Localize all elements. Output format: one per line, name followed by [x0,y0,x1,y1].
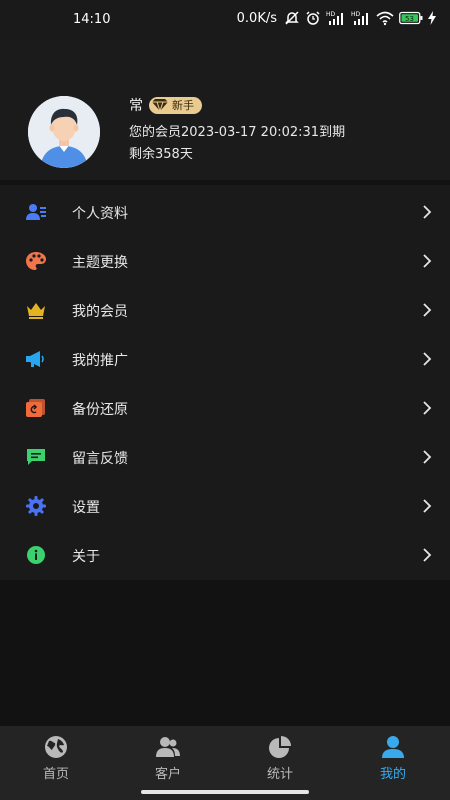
battery-level: 53 [405,15,414,23]
chevron-right-icon [423,499,432,513]
menu-item-about[interactable]: 关于 [0,530,450,579]
battery-icon: 53 [399,11,423,25]
svg-text:HD: HD [326,11,336,18]
message-icon [27,449,45,465]
status-icons: 0.0K/s HD HD 53 [237,10,436,26]
chevron-right-icon [423,401,432,415]
menu-item-label: 备份还原 [72,402,128,418]
menu-item-label: 设置 [72,500,100,516]
megaphone-icon [26,351,44,367]
menu-item-settings[interactable]: 设置 [0,481,450,530]
level-badge: 新手 [149,96,202,114]
wifi-icon [376,11,394,26]
tab-mine[interactable]: 我的 [337,726,449,784]
menu-item-membership[interactable]: 我的会员 [0,285,450,334]
tab-home[interactable]: 首页 [0,726,112,784]
palette-icon [26,252,46,270]
diamond-icon [152,99,168,112]
pie-chart-icon [269,736,291,758]
bottom-tab-bar: 首页 客户 统计 我的 [0,726,450,800]
tab-label: 客户 [154,767,181,782]
avatar[interactable] [28,96,100,168]
tab-label: 我的 [379,767,406,782]
person-icon [382,736,404,758]
backup-icon [26,399,45,417]
hd-signal-icon: HD [326,11,343,25]
badge-label: 新手 [172,99,194,112]
menu-item-label: 个人资料 [72,206,128,222]
menu-item-profile[interactable]: 个人资料 [0,187,450,236]
menu-item-label: 我的推广 [72,353,128,369]
chevron-right-icon [423,205,432,219]
status-bar: 14:10 0.0K/s HD HD 53 [0,0,450,40]
chevron-right-icon [423,303,432,317]
customers-icon [156,737,180,757]
status-time: 14:10 [73,12,111,27]
network-speed: 0.0K/s [236,10,277,26]
menu-item-label: 主题更换 [72,255,128,271]
menu-item-promotion[interactable]: 我的推广 [0,334,450,383]
alarm-icon [306,11,320,25]
tab-statistics[interactable]: 统计 [224,726,336,784]
menu-item-theme[interactable]: 主题更换 [0,236,450,285]
membership-remaining: 剩余358天 [129,147,193,162]
info-icon [27,546,45,564]
tab-customers[interactable]: 客户 [112,726,224,784]
membership-expiry: 您的会员2023-03-17 20:02:31到期 [129,125,346,140]
crown-icon [27,303,45,319]
gear-icon [26,496,46,516]
charging-icon [428,11,436,25]
tab-label: 统计 [266,767,293,782]
tab-label: 首页 [42,767,69,782]
profile-header: 常 新手 您的会员2023-03-17 20:02:31到期 剩余358天 [0,40,450,180]
chevron-right-icon [423,352,432,366]
chevron-right-icon [423,254,432,268]
svg-text:HD: HD [351,11,361,18]
user-name: 常 [129,98,143,114]
menu-item-label: 留言反馈 [72,451,128,467]
menu-item-backup[interactable]: 备份还原 [0,383,450,432]
globe-icon [45,736,67,758]
hd-signal-icon: HD [351,11,368,25]
menu-item-feedback[interactable]: 留言反馈 [0,432,450,481]
menu-item-label: 我的会员 [72,304,128,320]
profile-card-icon [26,204,46,220]
menu-list: 个人资料 主题更换 我的会员 我的推广 备份还原 留言反馈 设置 关于 [0,185,450,580]
no-notification-icon [285,11,299,25]
user-info: 常 新手 您的会员2023-03-17 20:02:31到期 剩余358天 [129,95,345,162]
chevron-right-icon [423,548,432,562]
menu-item-label: 关于 [72,549,100,565]
avatar-image [28,96,100,168]
chevron-right-icon [423,450,432,464]
home-indicator[interactable] [141,790,309,794]
